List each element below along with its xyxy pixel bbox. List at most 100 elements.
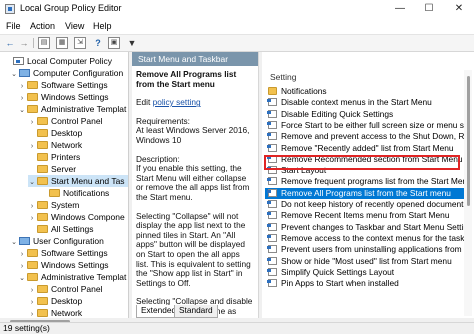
toolbar: ← → ▤ ▦ ⇲ ? ▣ ▼ bbox=[0, 35, 474, 52]
setting-row[interactable]: Remove frequent programs list from the S… bbox=[265, 176, 467, 187]
setting-column-header[interactable]: Setting bbox=[262, 71, 474, 83]
tree-item-label: User Configuration bbox=[33, 236, 104, 246]
setting-row[interactable]: Show or hide "Most used" list from Start… bbox=[265, 256, 467, 267]
tree-item-label: Administrative Templat bbox=[41, 104, 127, 114]
folder-icon bbox=[27, 261, 38, 269]
tree-item-label: Control Panel bbox=[51, 116, 103, 126]
tree-item[interactable]: › Windows Settings bbox=[18, 91, 109, 103]
requirements: Requirements: At least Windows Server 20… bbox=[136, 116, 254, 146]
tree-item[interactable]: ⌄ User Configuration bbox=[10, 235, 104, 247]
tree-item[interactable]: › Software Settings bbox=[18, 79, 108, 91]
status-bar: 19 setting(s) bbox=[0, 322, 474, 334]
properties-icon[interactable]: ▦ bbox=[56, 37, 68, 49]
description-text: If you enable this setting, the Start Me… bbox=[136, 163, 250, 202]
setting-row[interactable]: Force Start to be either full screen siz… bbox=[265, 120, 467, 131]
scrollbar-thumb[interactable] bbox=[467, 76, 470, 206]
setting-label: Remove frequent programs list from the S… bbox=[281, 176, 467, 187]
folder-icon bbox=[37, 177, 48, 185]
title-bar: Local Group Policy Editor — ☐ ✕ bbox=[0, 0, 474, 18]
policy-title: Remove All Programs list from the Start … bbox=[136, 69, 237, 89]
setting-row[interactable]: Notifications bbox=[265, 86, 467, 97]
minimize-button[interactable]: — bbox=[385, 0, 415, 18]
policy-setting-icon bbox=[268, 132, 277, 141]
tree-item-label: Windows Settings bbox=[41, 92, 109, 102]
expand-chevron-icon[interactable]: › bbox=[28, 309, 36, 318]
tree-item[interactable]: Server bbox=[28, 163, 76, 175]
folder-icon bbox=[37, 153, 48, 161]
filter-icon[interactable]: ▼ bbox=[126, 37, 138, 49]
tree-item[interactable]: › Windows Settings bbox=[18, 259, 109, 271]
tree-item[interactable]: › Network bbox=[28, 307, 82, 318]
tree-item[interactable]: › Software Settings bbox=[18, 247, 108, 259]
tree-item[interactable]: › Control Panel bbox=[28, 115, 103, 127]
setting-row[interactable]: Remove access to the context menus for t… bbox=[265, 233, 467, 244]
export-icon[interactable]: ⇲ bbox=[74, 37, 86, 49]
expand-chevron-icon[interactable]: ⌄ bbox=[28, 177, 36, 189]
tree-item-label: Administrative Templat bbox=[41, 272, 127, 282]
tree-item[interactable]: ⌄ Computer Configuration bbox=[10, 67, 123, 79]
expand-chevron-icon[interactable]: ⌄ bbox=[10, 237, 18, 249]
folder-icon bbox=[37, 225, 48, 233]
computer-icon bbox=[19, 69, 30, 77]
edit-policy-link[interactable]: policy setting bbox=[153, 97, 201, 107]
tree-item[interactable]: Notifications bbox=[40, 187, 109, 199]
tree-item-label: Computer Configuration bbox=[33, 68, 124, 78]
folder-icon bbox=[27, 105, 38, 113]
folder-icon bbox=[37, 141, 48, 149]
back-icon[interactable]: ← bbox=[4, 37, 16, 49]
console-icon[interactable]: ▣ bbox=[108, 37, 120, 49]
setting-row[interactable]: Remove Recent Items menu from Start Menu bbox=[265, 210, 467, 221]
tree-item-label: Windows Settings bbox=[41, 260, 109, 270]
help-icon[interactable]: ? bbox=[92, 37, 104, 49]
setting-row[interactable]: Disable Editing Quick Settings bbox=[265, 109, 467, 120]
tree-item-label: Software Settings bbox=[41, 80, 108, 90]
expand-chevron-icon[interactable]: ⌄ bbox=[10, 69, 18, 81]
menu-help[interactable]: Help bbox=[93, 21, 112, 31]
menu-file[interactable]: File bbox=[6, 21, 21, 31]
tree-item-label: Control Panel bbox=[51, 284, 103, 294]
folder-icon bbox=[37, 309, 48, 317]
folder-icon bbox=[37, 165, 48, 173]
folder-icon bbox=[27, 273, 38, 281]
tree-item-label: Desktop bbox=[51, 296, 83, 306]
tree-item[interactable]: › Network bbox=[28, 139, 82, 151]
forward-icon[interactable]: → bbox=[18, 37, 30, 49]
setting-row[interactable]: Simplify Quick Settings Layout bbox=[265, 267, 467, 278]
tree-item[interactable]: › System bbox=[28, 199, 80, 211]
tree-item[interactable]: Printers bbox=[28, 151, 80, 163]
setting-row[interactable]: Disable context menus in the Start Menu bbox=[265, 97, 467, 108]
tab-standard[interactable]: Standard bbox=[174, 305, 218, 318]
maximize-button[interactable]: ☐ bbox=[414, 0, 444, 18]
menu-action[interactable]: Action bbox=[30, 21, 55, 31]
tree-item[interactable]: Desktop bbox=[28, 127, 82, 139]
setting-row[interactable]: Do not keep history of recently opened d… bbox=[265, 199, 467, 210]
settings-list-pane: Setting Notifications Disable context men… bbox=[262, 52, 474, 318]
description-body: Remove All Programs list from the Start … bbox=[136, 69, 254, 325]
setting-row[interactable]: Pin Apps to Start when installed bbox=[265, 278, 467, 289]
tree-item[interactable]: › Control Panel bbox=[28, 283, 103, 295]
folder-icon bbox=[49, 189, 60, 197]
tree-item[interactable]: All Settings bbox=[28, 223, 94, 235]
setting-row[interactable]: Remove "Recently added" list from Start … bbox=[265, 143, 467, 154]
setting-row[interactable]: Remove All Programs list from the Start … bbox=[265, 187, 467, 199]
tree-item[interactable]: ⌄ Start Menu and Tas bbox=[28, 175, 128, 187]
list-vertical-scrollbar[interactable] bbox=[464, 70, 472, 316]
tree-item[interactable]: Local Computer Policy bbox=[4, 55, 112, 67]
tree-item-label: Printers bbox=[51, 152, 81, 162]
tree-item-label: All Settings bbox=[51, 224, 94, 234]
tree-item[interactable]: › Desktop bbox=[28, 295, 82, 307]
view-tabs: Extended Standard bbox=[132, 305, 252, 318]
expand-chevron-icon[interactable]: ⌄ bbox=[18, 273, 26, 285]
tree-item-label: Notifications bbox=[63, 188, 110, 198]
close-button[interactable]: ✕ bbox=[444, 0, 474, 18]
setting-row[interactable]: Remove and prevent access to the Shut Do… bbox=[265, 131, 467, 142]
tree-item[interactable]: ⌄ Administrative Templat bbox=[18, 103, 126, 115]
setting-row[interactable]: Prevent changes to Taskbar and Start Men… bbox=[265, 222, 467, 233]
tree-item[interactable]: › Windows Compone bbox=[28, 211, 125, 223]
tree-item[interactable]: ⌄ Administrative Templat bbox=[18, 271, 126, 283]
policy-setting-icon bbox=[268, 143, 277, 152]
expand-chevron-icon[interactable]: ⌄ bbox=[18, 105, 26, 117]
setting-row[interactable]: Prevent users from uninstalling applicat… bbox=[265, 244, 467, 255]
menu-view[interactable]: View bbox=[65, 21, 84, 31]
folder-view-icon[interactable]: ▤ bbox=[38, 37, 50, 49]
